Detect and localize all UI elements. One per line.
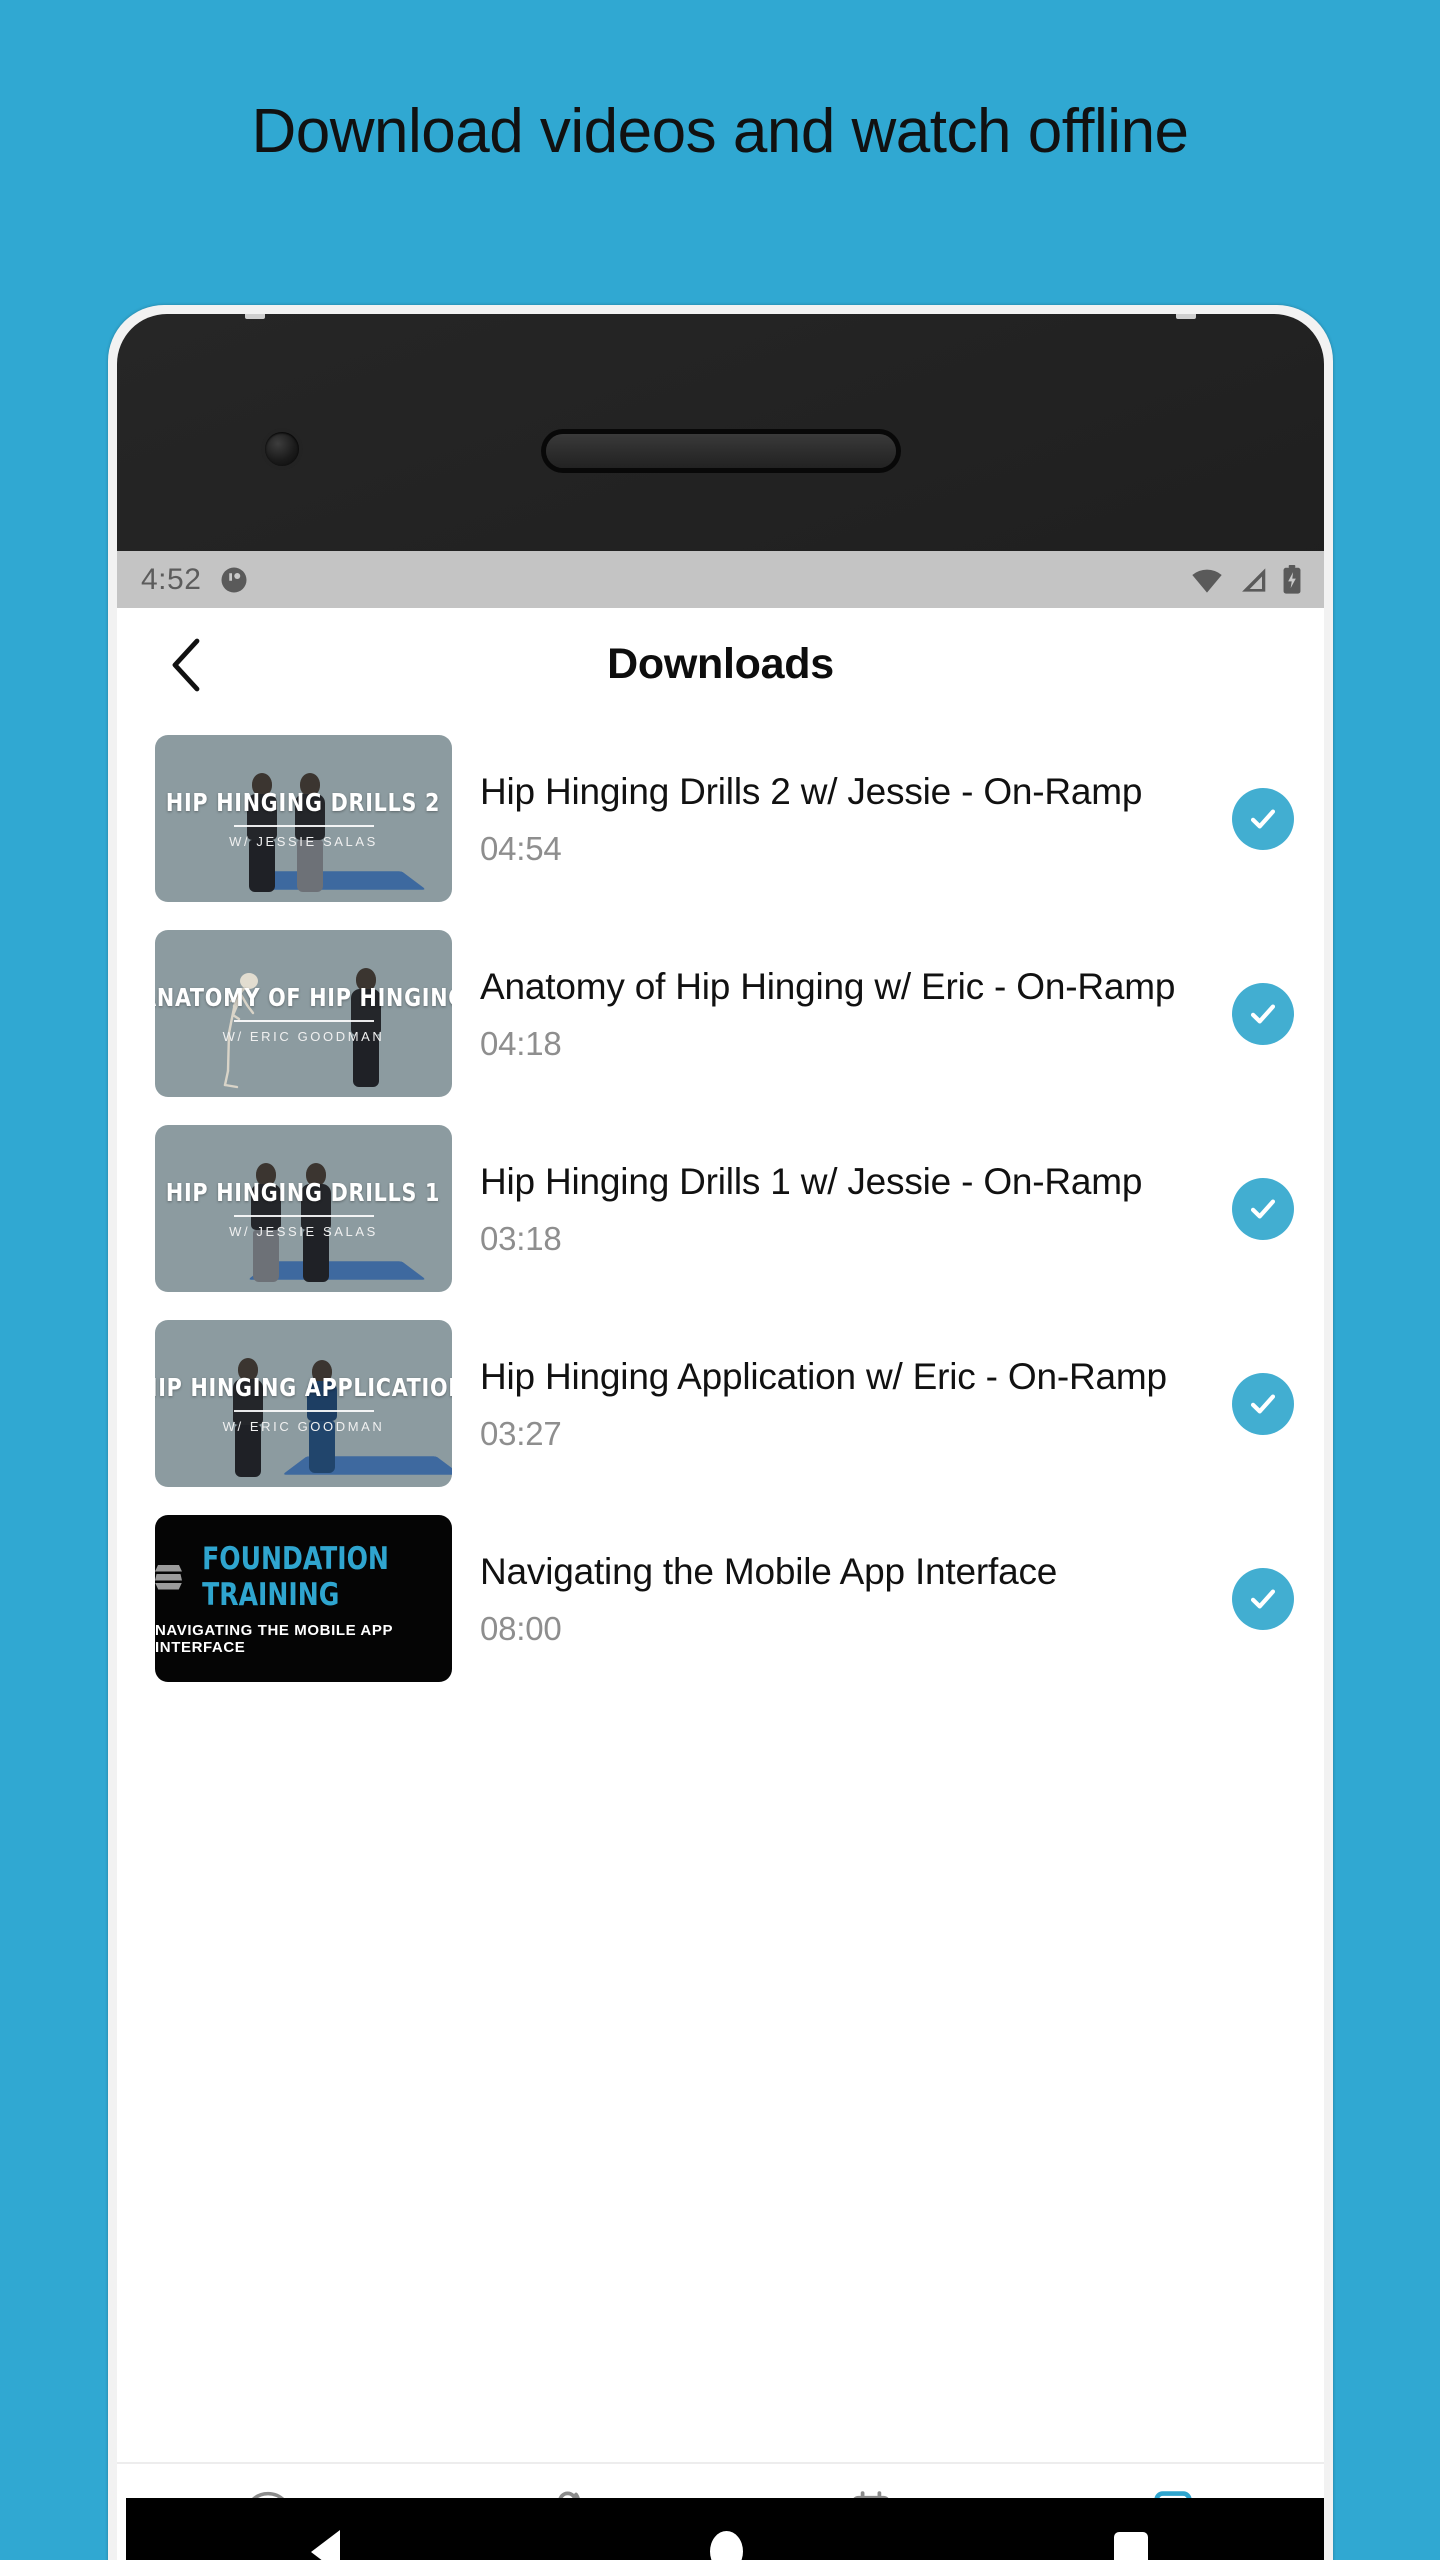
downloaded-status-badge[interactable] [1232,982,1294,1045]
status-bar-notifications [219,565,249,595]
promo-headline: Download videos and watch offline [251,97,1189,166]
thumbnail-divider [233,1215,374,1217]
wifi-icon [1192,569,1222,593]
downloaded-status-badge[interactable] [1232,1177,1294,1240]
video-duration: 03:18 [480,1220,562,1258]
video-thumbnail[interactable]: HIP HINGING APPLICATION W/ ERIC GOODMAN [155,1320,452,1487]
phone-top-nub-left [245,314,265,319]
list-item-text: Hip Hinging Drills 1 w/ Jessie - On-Ramp… [480,1159,1204,1258]
thumbnail-title: HIP HINGING DRILLS 1 [166,1178,441,1207]
video-title: Hip Hinging Drills 1 w/ Jessie - On-Ramp [480,1160,1143,1202]
check-circle-icon [1250,1394,1276,1413]
android-navigation-bar [126,2498,1324,2560]
thumbnail-divider [233,1410,374,1412]
thumbnail-subtitle: NAVIGATING THE MOBILE APP INTERFACE [155,1622,393,1656]
list-item[interactable]: ANATOMY OF HIP HINGING W/ ERIC GOODMAN A… [117,916,1324,1111]
thumbnail-title: HIP HINGING DRILLS 2 [166,788,441,817]
video-title: Navigating the Mobile App Interface [480,1550,1058,1592]
list-item-text: Hip Hinging Drills 2 w/ Jessie - On-Ramp… [480,769,1204,868]
thumbnail-title: FOUNDATION TRAINING [202,1541,389,1613]
phone-top-nub-right [1176,314,1196,319]
chevron-left-icon [172,638,200,691]
check-circle-icon [1250,1004,1276,1023]
list-item[interactable]: HIP HINGING APPLICATION W/ ERIC GOODMAN … [117,1306,1324,1501]
downloaded-status-badge[interactable] [1232,1372,1294,1435]
thumbnail-subtitle: W/ ERIC GOODMAN [222,1029,385,1044]
list-item-text: Hip Hinging Application w/ Eric - On-Ram… [480,1354,1204,1453]
video-duration: 04:18 [480,1025,562,1063]
video-duration: 03:27 [480,1415,562,1453]
downloaded-status-badge[interactable] [1232,787,1294,850]
page-title: Downloads [607,640,834,688]
downloads-list: HIP HINGING DRILLS 2 W/ JESSIE SALAS Hip… [117,721,1324,1702]
video-title: Hip Hinging Drills 2 w/ Jessie - On-Ramp [480,770,1143,812]
video-duration: 04:54 [480,830,562,868]
thumbnail-subtitle: W/ ERIC GOODMAN [222,1419,385,1434]
thumbnail-subtitle: W/ JESSIE SALAS [229,834,378,849]
list-item[interactable]: HIP HINGING DRILLS 2 W/ JESSIE SALAS Hip… [117,721,1324,916]
list-item[interactable]: FOUNDATION TRAINING NAVIGATING THE MOBIL… [117,1501,1324,1696]
thumbnail-divider [233,825,374,827]
video-thumbnail[interactable]: HIP HINGING DRILLS 1 W/ JESSIE SALAS [155,1125,452,1292]
thumbnail-title: ANATOMY OF HIP HINGING [155,983,452,1012]
front-camera-icon [265,432,299,466]
check-circle-icon [1250,1589,1276,1608]
thumbnail-divider [233,1020,374,1022]
list-item-text: Anatomy of Hip Hinging w/ Eric - On-Ramp… [480,964,1204,1063]
notification-dot-icon [221,567,247,592]
list-item[interactable]: HIP HINGING DRILLS 1 W/ JESSIE SALAS Hip… [117,1111,1324,1306]
video-title: Hip Hinging Application w/ Eric - On-Ram… [480,1355,1167,1397]
skeleton-figure-shape [223,973,258,1089]
back-button[interactable] [155,633,219,697]
video-duration: 08:00 [480,1610,562,1648]
status-bar-icons [1190,564,1302,595]
downloaded-status-badge[interactable] [1232,1567,1294,1630]
android-back-icon[interactable] [311,2529,341,2560]
video-thumbnail[interactable]: FOUNDATION TRAINING NAVIGATING THE MOBIL… [155,1515,452,1682]
phone-mockup: 4:52 Downloads HIP HINGING DRILLS 2 W/ J… [108,305,1333,2560]
status-bar-time: 4:52 [141,562,202,596]
layers-logo-icon [155,1564,182,1590]
android-recents-icon[interactable] [1113,2531,1148,2560]
thumbnail-subtitle: W/ JESSIE SALAS [229,1224,378,1239]
video-thumbnail[interactable]: HIP HINGING DRILLS 2 W/ JESSIE SALAS [155,735,452,902]
battery-charging-icon [1283,564,1301,594]
status-bar: 4:52 [117,551,1324,608]
cellular-signal-icon [1242,567,1266,592]
video-title: Anatomy of Hip Hinging w/ Eric - On-Ramp [480,965,1176,1007]
android-home-icon[interactable] [710,2531,744,2560]
foundation-training-logo: FOUNDATION TRAINING [155,1541,452,1613]
check-circle-icon [1250,809,1276,828]
phone-screen: 4:52 Downloads HIP HINGING DRILLS 2 W/ J… [117,551,1324,2560]
check-circle-icon [1250,1199,1276,1218]
list-item-text: Navigating the Mobile App Interface 08:0… [480,1549,1204,1648]
thumbnail-title: HIP HINGING APPLICATION [155,1373,452,1402]
app-bar: Downloads [117,608,1324,721]
video-thumbnail[interactable]: ANATOMY OF HIP HINGING W/ ERIC GOODMAN [155,930,452,1097]
phone-body: 4:52 Downloads HIP HINGING DRILLS 2 W/ J… [117,314,1324,2560]
earpiece-speaker [545,434,896,468]
